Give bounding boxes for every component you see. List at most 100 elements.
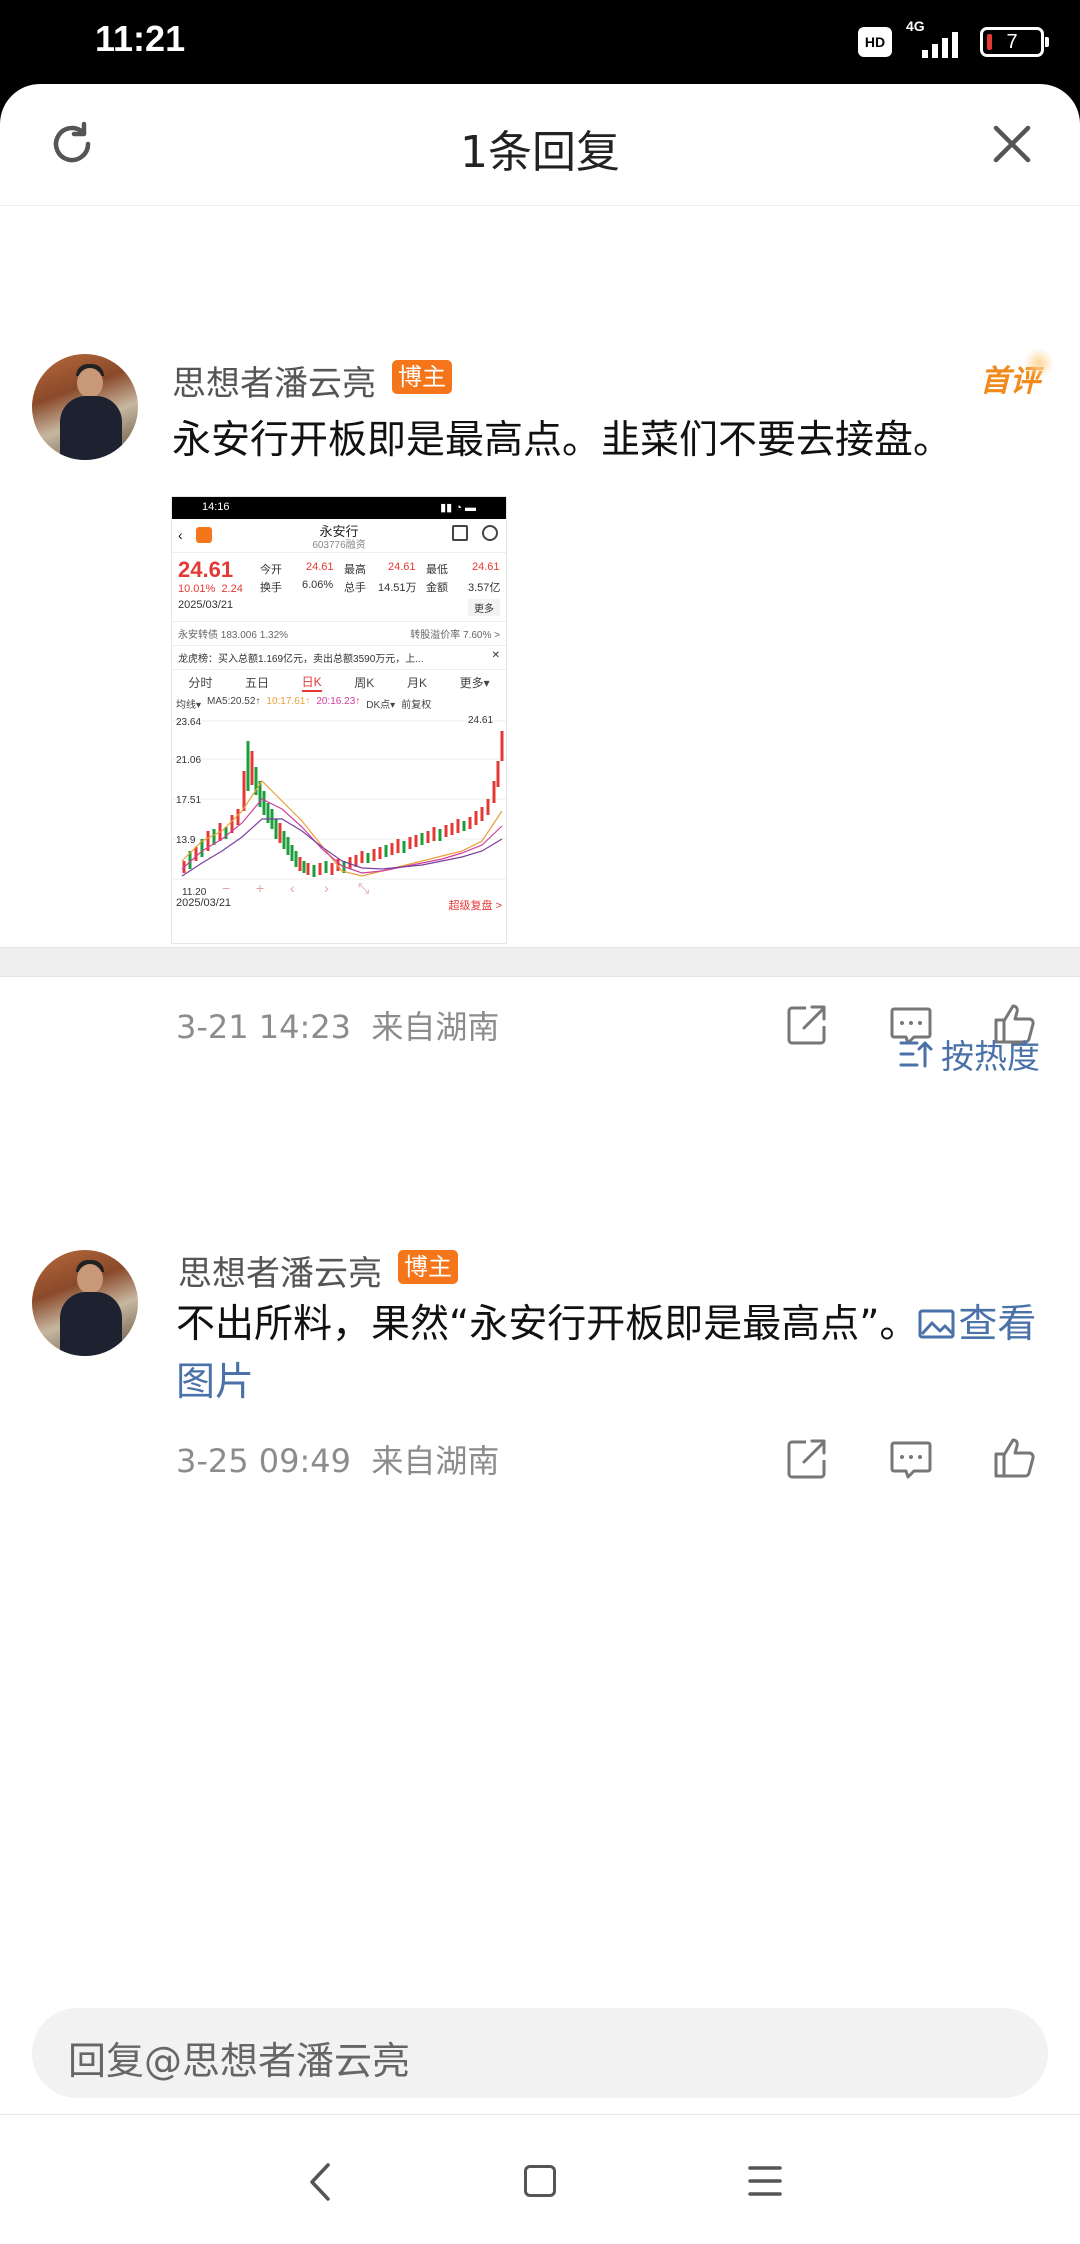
status-icons: HD 4G 7 bbox=[858, 18, 1049, 62]
blogger-badge: 博主 bbox=[398, 1250, 458, 1284]
chart-tab: 更多▾ bbox=[459, 676, 490, 690]
battery-icon: 7 bbox=[980, 27, 1049, 57]
comment-time: 3-21 14:23 bbox=[176, 1008, 352, 1046]
reply-time: 3-25 09:49 bbox=[176, 1442, 352, 1480]
reply-sheet: 1条回复 思想者潘云亮 博主 首评 永安行开板即是最高点。韭菜们不要去接盘。 1… bbox=[0, 84, 1080, 2244]
share-icon[interactable] bbox=[784, 1002, 830, 1048]
avatar[interactable] bbox=[32, 1250, 138, 1356]
chart-tab: 五日 bbox=[244, 676, 269, 690]
reply-location: 来自湖南 bbox=[371, 1442, 500, 1480]
chart-control: ‹ bbox=[290, 880, 295, 896]
chart-control: ⤡ bbox=[358, 880, 369, 896]
candle bbox=[290, 845, 294, 861]
bond-premium: 转股溢价率 7.60% > bbox=[410, 630, 500, 641]
candle bbox=[294, 851, 298, 867]
y-mid3-label: 13.9 bbox=[176, 835, 196, 846]
candle bbox=[456, 819, 460, 833]
chart-tab: 分时 bbox=[188, 676, 213, 690]
candle bbox=[390, 843, 394, 855]
chart-tab: 月K bbox=[406, 676, 427, 690]
low-label: 最低 bbox=[426, 564, 448, 576]
candle bbox=[236, 809, 240, 825]
status-bar: 11:21 HD 4G 7 bbox=[0, 0, 1080, 90]
candle bbox=[420, 833, 424, 845]
candle bbox=[282, 831, 286, 849]
candle bbox=[408, 837, 412, 849]
latest-price-mark: 24.61 bbox=[468, 715, 493, 726]
kline-chart: 23.64 21.06 17.51 13.9 11.20 24.61 − + ‹ › ⤡… bbox=[172, 711, 506, 915]
kline-svg: 23.64 21.06 17.51 13.9 11.20 24.61 − + ‹ › ⤡ bbox=[172, 715, 506, 898]
candle bbox=[450, 823, 454, 835]
signal-icon: 4G bbox=[906, 18, 966, 62]
sort-label: 按热度 bbox=[941, 1037, 1040, 1076]
reply-input[interactable]: 回复@思想者潘云亮 bbox=[32, 2008, 1048, 2098]
system-nav-bar bbox=[0, 2114, 1080, 2244]
candle bbox=[262, 791, 266, 815]
status-time: 11:21 bbox=[95, 18, 186, 59]
candle bbox=[302, 861, 306, 873]
username[interactable]: 思想者潘云亮 bbox=[178, 1246, 382, 1295]
candle bbox=[278, 823, 282, 843]
candle bbox=[402, 841, 406, 853]
turnover-value: 6.06% bbox=[302, 579, 334, 591]
volume-label: 总手 bbox=[344, 582, 366, 594]
ma-item: 20:16.23↑ bbox=[316, 696, 361, 707]
candle bbox=[360, 851, 364, 863]
candle bbox=[462, 821, 466, 831]
menu-icon[interactable] bbox=[748, 2165, 782, 2197]
reply-input-placeholder: 回复@思想者潘云亮 bbox=[68, 2039, 411, 2083]
quote-date: 2025/03/21 bbox=[178, 599, 234, 611]
ma-item: 10:17.61↑ bbox=[266, 696, 311, 707]
candle bbox=[312, 865, 316, 877]
y-mid1-label: 21.06 bbox=[176, 755, 201, 766]
chart-tabs: 分时 五日 日K 周K 月K 更多▾ bbox=[172, 669, 506, 695]
blogger-badge: 博主 bbox=[392, 360, 452, 394]
y-mid2-label: 17.51 bbox=[176, 795, 201, 806]
candle bbox=[486, 799, 490, 815]
back-icon[interactable] bbox=[300, 2157, 340, 2207]
chart-control: − bbox=[222, 880, 230, 896]
stock-price: 24.61 bbox=[178, 557, 234, 582]
reply-text-body: 不出所料，果然“永安行开板即是最高点”。 bbox=[176, 1302, 919, 1347]
candle bbox=[274, 819, 278, 839]
candle bbox=[306, 863, 310, 875]
candle bbox=[492, 781, 496, 803]
chart-tab: 周K bbox=[354, 676, 375, 690]
username[interactable]: 思想者潘云亮 bbox=[172, 356, 376, 405]
ma-item: 前复权 bbox=[401, 700, 432, 711]
candle bbox=[474, 811, 478, 825]
search-icon bbox=[482, 525, 498, 541]
ma-line: 均线▾ MA5:20.52↑ 10:17.61↑ 20:16.23↑ DK点▾ 前复权 bbox=[172, 695, 506, 711]
more-button: 更多 bbox=[468, 599, 500, 616]
candle bbox=[384, 845, 388, 857]
share-icon[interactable] bbox=[784, 1436, 830, 1482]
first-comment-badge: 首评 bbox=[980, 348, 1054, 400]
high-value: 24.61 bbox=[388, 561, 416, 573]
candle bbox=[414, 835, 418, 847]
candle bbox=[286, 837, 290, 855]
candle bbox=[468, 817, 472, 829]
candle bbox=[194, 847, 198, 861]
home-icon[interactable] bbox=[524, 2165, 556, 2197]
like-icon[interactable] bbox=[992, 1434, 1038, 1480]
avatar[interactable] bbox=[32, 354, 138, 460]
dragon-row: 龙虎榜：买入总额1.169亿元，卖出总额3590万元，上... ✕ bbox=[172, 645, 506, 669]
comment-icon[interactable] bbox=[888, 1436, 934, 1482]
volume-value: 14.51万 bbox=[378, 582, 417, 594]
sort-icon bbox=[899, 1041, 933, 1068]
close-icon[interactable] bbox=[988, 120, 1036, 168]
dragon-info: 龙虎榜：买入总额1.169亿元，卖出总额3590万元，上... bbox=[178, 654, 424, 665]
candle bbox=[500, 731, 504, 761]
reply-meta: 3-25 09:49 来自湖南 bbox=[176, 1436, 499, 1482]
chart-control: › bbox=[324, 880, 329, 896]
chart-footer: 2025/03/21 超级复盘 > bbox=[172, 897, 506, 915]
sort-by-hot-button[interactable]: 按热度 bbox=[899, 1030, 1040, 1078]
low-value: 24.61 bbox=[472, 561, 500, 573]
sheet-title: 1条回复 bbox=[460, 127, 620, 178]
chart-tab: 日K bbox=[301, 673, 322, 692]
bond-row: 永安转债 183.006 1.32% 转股溢价率 7.60% > bbox=[172, 621, 506, 645]
ma-item: DK点▾ bbox=[366, 700, 396, 711]
y-top-label: 23.64 bbox=[176, 717, 201, 728]
candle bbox=[378, 847, 382, 859]
attached-image[interactable]: 14:16 ▮▮ ◔ ▬ ‹ 永安行 603776融资 24.61 10.01% … bbox=[171, 496, 507, 944]
